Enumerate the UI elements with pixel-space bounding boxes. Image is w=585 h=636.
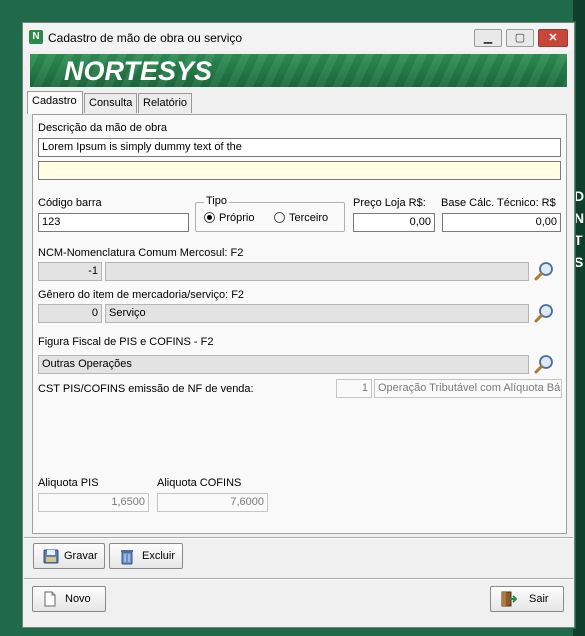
exit-door-icon xyxy=(501,591,517,607)
close-icon: ✕ xyxy=(548,32,558,44)
novo-label: Novo xyxy=(65,593,91,605)
aliquota-pis-input[interactable]: 1,6500 xyxy=(38,493,149,512)
aliquota-pis-label: Aliquota PIS xyxy=(38,477,99,489)
radio-terceiro-label: Terceiro xyxy=(289,212,329,224)
brand-banner: NORTESYS xyxy=(30,54,567,87)
title-bar[interactable]: N Cadastro de mão de obra ou serviço ▁ ▢… xyxy=(23,23,574,51)
cst-code-input[interactable]: 1 xyxy=(336,379,372,398)
save-icon xyxy=(43,549,59,564)
ncm-code-input[interactable]: -1 xyxy=(38,262,102,281)
sair-button[interactable]: Sair xyxy=(490,586,564,612)
maximize-button[interactable]: ▢ xyxy=(506,29,534,47)
brand-logo: NORTESYS xyxy=(64,56,213,86)
excluir-button[interactable]: Excluir xyxy=(109,543,183,569)
minimize-icon: ▁ xyxy=(483,32,493,44)
ncm-description-input[interactable] xyxy=(105,262,529,281)
desktop-background-text: D N T S xyxy=(574,185,584,273)
bg-letter: T xyxy=(574,232,583,248)
window-title: Cadastro de mão de obra ou serviço xyxy=(48,31,243,45)
maximize-icon: ▢ xyxy=(514,32,526,44)
base-calc-label: Base Cálc. Técnico: R$ xyxy=(441,197,556,209)
divider xyxy=(24,578,573,580)
cadastro-panel: Descrição da mão de obra Lorem Ipsum is … xyxy=(32,114,567,534)
close-button[interactable]: ✕ xyxy=(538,29,568,47)
descricao-input[interactable]: Lorem Ipsum is simply dummy text of the xyxy=(38,138,561,157)
novo-button[interactable]: Novo xyxy=(32,586,106,612)
radio-unselected-icon xyxy=(274,212,285,223)
main-window: N Cadastro de mão de obra ou serviço ▁ ▢… xyxy=(22,22,575,628)
ncm-label: NCM-Nomenclatura Comum Mercosul: F2 xyxy=(38,247,244,259)
app-icon: N xyxy=(29,30,43,44)
tab-cadastro[interactable]: Cadastro xyxy=(27,91,83,114)
tab-relatorio[interactable]: Relatório xyxy=(138,93,192,113)
bg-letter: S xyxy=(574,254,584,270)
base-calc-input[interactable]: 0,00 xyxy=(442,213,561,232)
minimize-button[interactable]: ▁ xyxy=(474,29,502,47)
figura-fiscal-input[interactable]: Outras Operações xyxy=(38,355,529,374)
radio-terceiro[interactable]: Terceiro xyxy=(274,212,328,224)
descricao-label: Descrição da mão de obra xyxy=(38,122,168,134)
radio-proprio-label: Próprio xyxy=(219,212,255,224)
genero-label: Gênero do item de mercadoria/serviço: F2 xyxy=(38,289,245,301)
sair-label: Sair xyxy=(529,593,549,605)
aliquota-cofins-label: Aliquota COFINS xyxy=(157,477,242,489)
codigo-barra-label: Código barra xyxy=(38,197,102,209)
cst-description-input[interactable]: Operação Tributável com Alíquota Bás xyxy=(374,379,562,398)
trash-icon xyxy=(121,550,133,565)
genero-description-input[interactable]: Serviço xyxy=(105,304,529,323)
genero-search-icon[interactable] xyxy=(533,302,555,324)
codigo-barra-input[interactable]: 123 xyxy=(38,213,189,232)
tab-consulta[interactable]: Consulta xyxy=(84,93,137,113)
gravar-button[interactable]: Gravar xyxy=(33,543,105,569)
preco-loja-input[interactable]: 0,00 xyxy=(353,213,435,232)
descricao-extra-input[interactable] xyxy=(38,161,561,180)
genero-code-input[interactable]: 0 xyxy=(38,304,102,323)
tipo-label: Tipo xyxy=(204,195,229,207)
bg-letter: N xyxy=(574,210,585,226)
preco-loja-label: Preço Loja R$: xyxy=(353,197,426,209)
gravar-label: Gravar xyxy=(64,550,98,562)
radio-selected-icon xyxy=(204,212,215,223)
figura-fiscal-label: Figura Fiscal de PIS e COFINS - F2 xyxy=(38,336,214,348)
excluir-label: Excluir xyxy=(142,550,176,562)
new-document-icon xyxy=(44,591,56,607)
figura-fiscal-search-icon[interactable] xyxy=(533,353,555,375)
bg-letter: D xyxy=(574,188,585,204)
divider xyxy=(24,537,573,539)
cst-label: CST PIS/COFINS emissão de NF de venda: xyxy=(38,383,254,395)
radio-proprio[interactable]: Próprio xyxy=(204,212,254,224)
tipo-group: Tipo Próprio Terceiro xyxy=(195,195,345,232)
ncm-search-icon[interactable] xyxy=(533,260,555,282)
aliquota-cofins-input[interactable]: 7,6000 xyxy=(157,493,268,512)
